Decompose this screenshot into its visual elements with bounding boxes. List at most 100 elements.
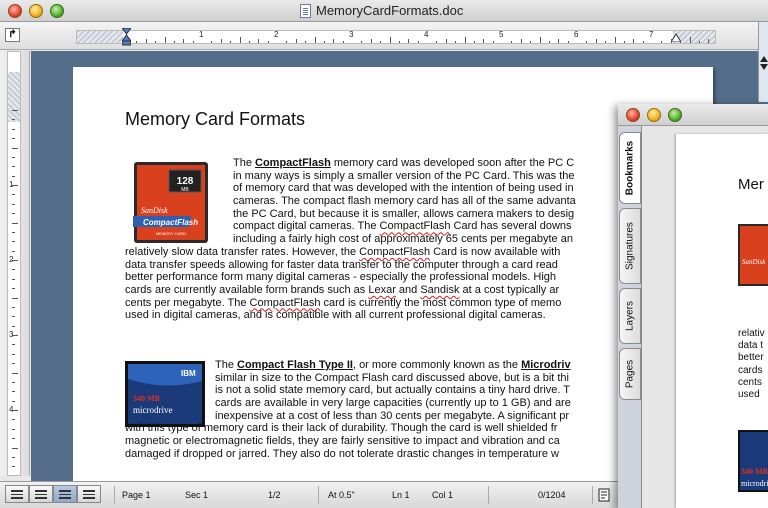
ruler-tick (183, 39, 185, 43)
ruler-tick (380, 41, 382, 43)
horizontal-ruler-bar: ↱ 1 2 3 4 5 6 7 (0, 22, 768, 50)
vertical-ruler-tick (12, 203, 15, 205)
spelling-status-icon[interactable] (598, 488, 612, 502)
ruler-number: 4 (424, 30, 429, 39)
ruler-tick (605, 41, 607, 43)
vertical-ruler-tick (12, 363, 15, 365)
ruler-tick (398, 41, 400, 43)
text-line: cards are available in very large capaci… (215, 397, 571, 410)
ruler-tick (173, 41, 175, 43)
ruler-tick (211, 41, 213, 43)
ruler-tick (530, 41, 532, 43)
indent-marker-icon[interactable] (122, 28, 131, 46)
ruler-tick (708, 39, 710, 43)
ruler-tick (633, 39, 635, 43)
palette-tab-label: Bookmarks (624, 140, 636, 196)
vertical-ruler-tick (12, 456, 15, 458)
preview-heading: Mer (738, 176, 764, 193)
horizontal-ruler[interactable]: 1 2 3 4 5 6 7 (76, 28, 716, 46)
ruler-tick (698, 41, 700, 43)
vertical-ruler-tick (12, 381, 15, 383)
vertical-ruler-tick (12, 297, 18, 299)
ruler-tick (192, 41, 194, 43)
page-layout-view-button[interactable] (53, 485, 77, 503)
preview-md-capacity: 340 MB (741, 467, 768, 476)
ruler-number: 6 (574, 30, 579, 39)
text-line: similar in size to the Compact Flash car… (215, 371, 569, 384)
palette-tab-signatures[interactable]: Signatures (619, 208, 641, 284)
page-layout-icon (59, 489, 71, 499)
vertical-ruler-number: 3 (9, 330, 14, 339)
ruler-tick (483, 39, 485, 43)
vertical-ruler-tick (12, 110, 18, 111)
window-title-text: MemoryCardFormats.doc (316, 3, 464, 18)
palette-zoom-button[interactable] (668, 108, 682, 122)
text-line: of memory card that was developed with t… (233, 182, 574, 195)
ruler-tick (473, 41, 475, 43)
text-line: including a fairly high cost of approxim… (233, 233, 573, 246)
vertical-ruler-tick (12, 372, 18, 374)
close-button[interactable] (8, 4, 22, 18)
text-line: cameras. The compact flash memory card h… (233, 195, 576, 208)
vertical-scrollbar[interactable] (758, 22, 768, 102)
vertical-ruler[interactable]: 1 2 3 4 (0, 51, 30, 476)
ruler-tick (389, 37, 391, 43)
ruler-tick (548, 41, 550, 43)
microdrive-paragraph: The Compact Flash Type II, or more commo… (125, 359, 571, 461)
formatting-palette-window: Bookmarks Signatures Layers Pages Mer SanDi… (618, 104, 768, 508)
status-column: Col 1 (432, 490, 454, 500)
vertical-ruler-tick (12, 428, 15, 430)
ruler-tick (492, 41, 494, 43)
title-bar[interactable]: MemoryCardFormats.doc (0, 0, 768, 22)
preview-md-product: microdrive (741, 479, 768, 488)
vertical-ruler-tick (12, 128, 15, 130)
ruler-tick (295, 39, 297, 43)
document-page[interactable]: Memory Card Formats 128 MB SanDisk Compa… (73, 67, 713, 481)
vertical-ruler-tick (12, 213, 15, 215)
vertical-ruler-tick (12, 447, 18, 449)
outline-view-button[interactable] (77, 485, 101, 503)
minimize-button[interactable] (29, 4, 43, 18)
zoom-button[interactable] (50, 4, 64, 18)
ruler-tick (417, 41, 419, 43)
preview-text-line: data t (738, 340, 764, 352)
palette-close-button[interactable] (626, 108, 640, 122)
palette-tab-layers[interactable]: Layers (619, 288, 641, 344)
palette-minimize-button[interactable] (647, 108, 661, 122)
vertical-ruler-tick (12, 353, 15, 355)
tab-selector-button[interactable]: ↱ (5, 28, 20, 42)
palette-tab-bookmarks[interactable]: Bookmarks (619, 132, 641, 204)
text-line: data transfer speeds allowing for faster… (125, 258, 558, 271)
ruler-tick (267, 41, 269, 43)
text-line: in many ways is simply a smaller version… (233, 169, 575, 182)
preview-text-line: cards (738, 364, 763, 376)
text-line: used in digital cameras, and is compatib… (125, 309, 546, 322)
vertical-ruler-tick (12, 194, 15, 196)
ruler-tick (511, 41, 513, 43)
ruler-tick (436, 41, 438, 43)
palette-title-bar[interactable] (618, 104, 768, 126)
vertical-ruler-tick (12, 175, 15, 177)
preview-text: relativ data t better cards cents used (738, 328, 765, 401)
ruler-tick (333, 39, 335, 43)
text-line: magnetic or electromagnetic fields, they… (125, 435, 560, 448)
palette-tab-label: Layers (624, 300, 636, 332)
status-section: Sec 1 (185, 490, 209, 500)
preview-cf-brand: SanDisk (742, 258, 766, 266)
scroll-arrows-icon[interactable] (759, 42, 768, 102)
ruler-tick (464, 37, 466, 43)
text-line: with this type of memory card is their l… (125, 422, 558, 435)
vertical-ruler-tick (12, 316, 15, 318)
online-layout-view-button[interactable] (29, 485, 53, 503)
palette-side-tabs: Bookmarks Signatures Layers Pages (618, 126, 642, 508)
status-divider (592, 486, 593, 504)
palette-tab-pages[interactable]: Pages (619, 348, 641, 400)
palette-tab-label: Pages (624, 359, 636, 389)
text-line: inexpensive at a cost of less than 30 ce… (215, 409, 570, 422)
vertical-ruler-tick (12, 325, 15, 327)
normal-view-button[interactable] (5, 485, 29, 503)
vertical-ruler-tick (12, 438, 15, 440)
text-line: better performance form many digital cam… (125, 271, 557, 284)
text-line: compact digital cameras. The CompactFlas… (233, 220, 572, 233)
vertical-ruler-tick (12, 147, 18, 149)
